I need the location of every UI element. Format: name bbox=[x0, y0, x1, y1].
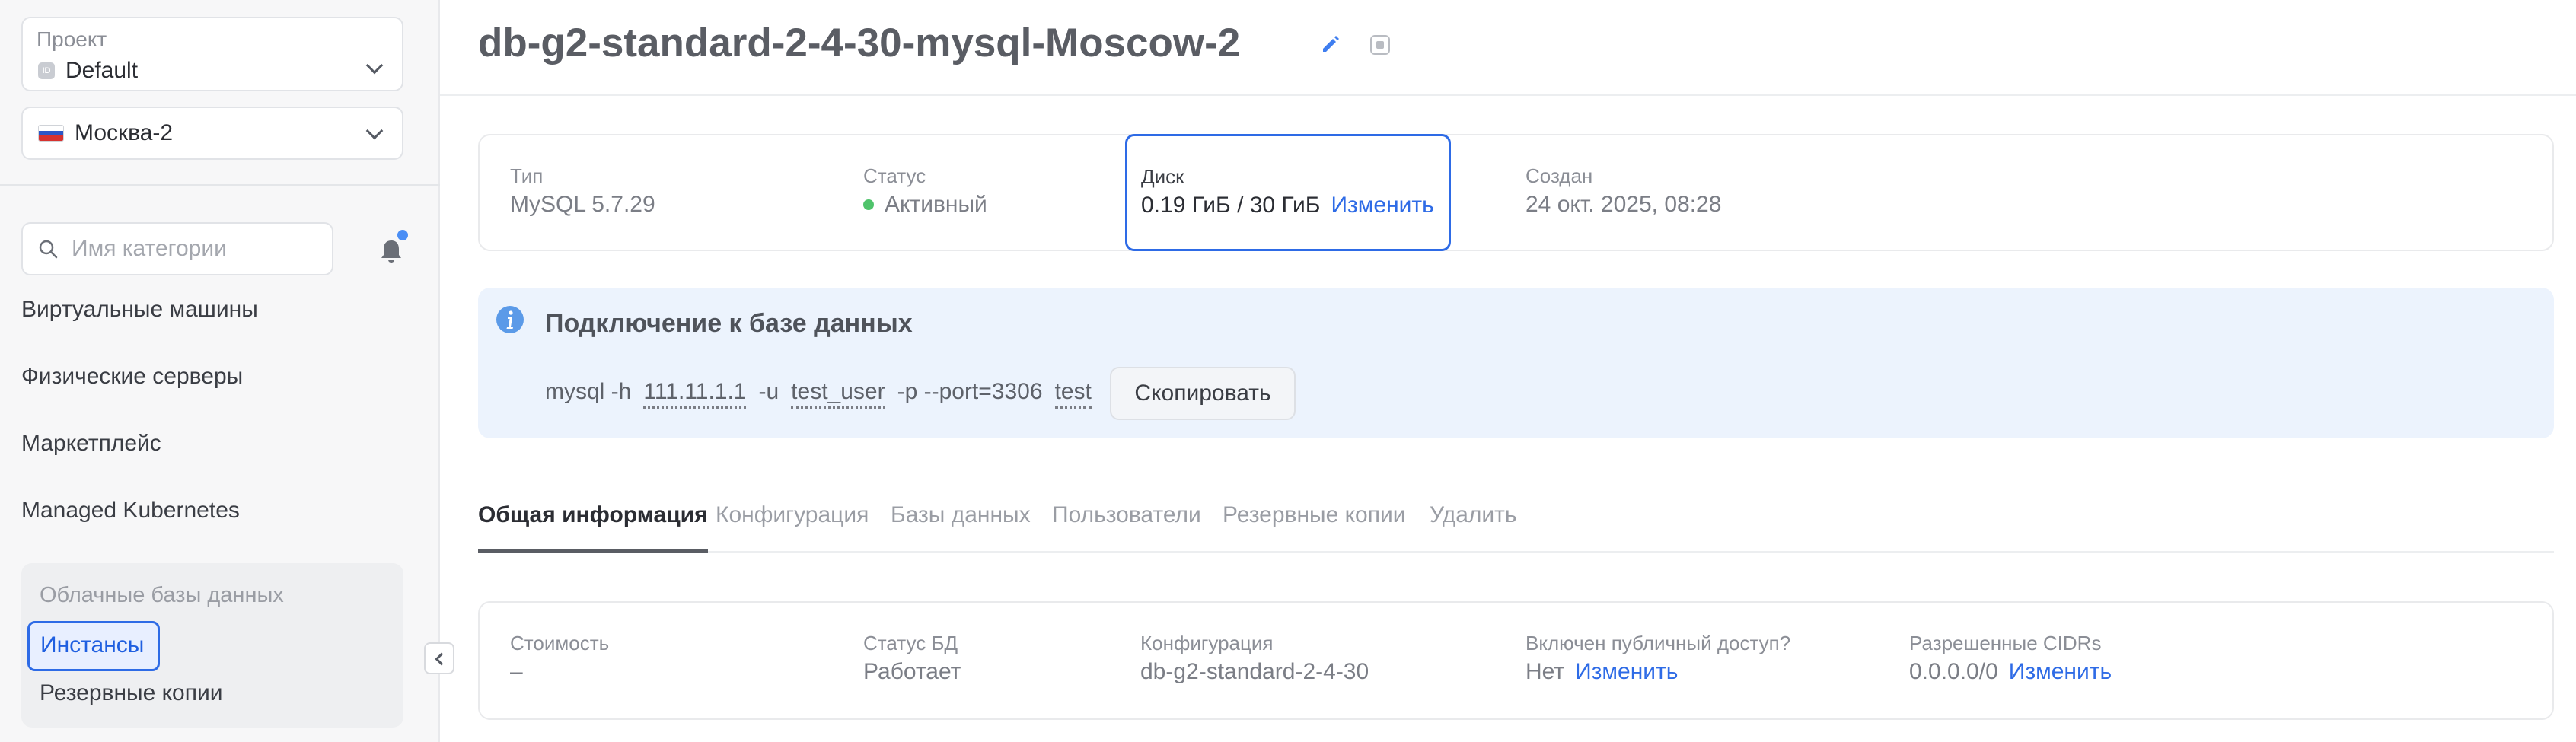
chevron-down-icon bbox=[365, 122, 384, 140]
cidr-list: 0.0.0.0/0 bbox=[1909, 659, 1998, 684]
sidebar-item-backups[interactable]: Резервные копии bbox=[40, 680, 223, 706]
tab-delete[interactable]: Удалить bbox=[1430, 502, 1517, 553]
cmd-port: -p --port=3306 bbox=[897, 379, 1043, 404]
cost-value: – bbox=[510, 659, 523, 684]
sidebar-collapse-button[interactable] bbox=[424, 642, 454, 674]
config-label: Конфигурация bbox=[1140, 632, 1274, 654]
id-icon[interactable] bbox=[1370, 35, 1390, 55]
edit-icon[interactable] bbox=[1320, 33, 1341, 55]
general-info-card: Стоимость – Статус БД Работает Конфигура… bbox=[478, 601, 2554, 720]
tab-general[interactable]: Общая информация bbox=[478, 502, 708, 553]
region-select-value: Москва-2 bbox=[38, 120, 173, 146]
copy-button[interactable]: Скопировать bbox=[1110, 367, 1296, 420]
disk-change-link[interactable]: Изменить bbox=[1331, 193, 1433, 218]
sidebar: Проект ID Default Москва-2 Виртуальные м… bbox=[0, 0, 440, 742]
cmd-host[interactable]: 111.11.1.1 bbox=[643, 379, 747, 409]
sidebar-section-title[interactable]: Облачные базы данных bbox=[40, 583, 284, 608]
search-icon bbox=[39, 240, 58, 259]
type-value: MySQL 5.7.29 bbox=[510, 192, 655, 217]
project-select-value: ID Default bbox=[38, 58, 138, 84]
connection-title: Подключение к базе данных bbox=[545, 309, 913, 338]
db-status-label: Статус БД bbox=[863, 632, 958, 654]
cmd-prefix: mysql -h bbox=[545, 379, 632, 404]
project-name: Default bbox=[65, 58, 139, 83]
cmd-user-flag: -u bbox=[758, 379, 779, 404]
region-select[interactable]: Москва-2 bbox=[21, 107, 403, 160]
disk-label: Диск bbox=[1141, 165, 1184, 188]
config-value: db-g2-standard-2-4-30 bbox=[1140, 659, 1369, 684]
project-select[interactable]: Проект ID Default bbox=[21, 17, 403, 91]
public-access-state: Нет bbox=[1526, 659, 1565, 684]
tab-databases[interactable]: Базы данных bbox=[891, 502, 1031, 553]
public-access-value: Нет Изменить bbox=[1526, 659, 1678, 685]
sidebar-section-databases: Облачные базы данных Инстансы Резервные … bbox=[21, 563, 403, 728]
category-search[interactable] bbox=[21, 222, 333, 275]
header-divider bbox=[440, 94, 2576, 96]
sidebar-item-instances[interactable]: Инстансы bbox=[27, 621, 160, 671]
page-title: db-g2-standard-2-4-30-mysql-Moscow-2 bbox=[478, 21, 1241, 65]
sidebar-divider bbox=[0, 184, 440, 186]
public-access-label: Включен публичный доступ? bbox=[1526, 632, 1791, 654]
region-name: Москва-2 bbox=[75, 120, 174, 145]
chevron-left-icon bbox=[435, 652, 448, 666]
tab-configuration[interactable]: Конфигурация bbox=[716, 502, 869, 553]
status-text: Активный bbox=[885, 192, 987, 217]
cidr-change-link[interactable]: Изменить bbox=[2009, 659, 2112, 685]
created-label: Создан bbox=[1526, 164, 1593, 187]
info-icon bbox=[496, 306, 524, 333]
search-input[interactable] bbox=[72, 233, 323, 265]
id-icon: ID bbox=[38, 62, 55, 79]
db-connection-panel: Подключение к базе данных mysql -h 111.1… bbox=[478, 288, 2554, 438]
connection-command: mysql -h 111.11.1.1 -u test_user -p --po… bbox=[545, 379, 1092, 409]
tab-users[interactable]: Пользователи bbox=[1052, 502, 1201, 553]
flag-ru-icon bbox=[38, 125, 64, 142]
disk-usage: 0.19 ГиБ / 30 ГиБ bbox=[1141, 193, 1321, 218]
db-status-value: Работает bbox=[863, 659, 961, 684]
status-label: Статус bbox=[863, 164, 926, 187]
sidebar-item-marketplace[interactable]: Маркетплейс bbox=[21, 431, 161, 457]
bell-icon[interactable] bbox=[378, 237, 405, 265]
cmd-database[interactable]: test bbox=[1054, 379, 1092, 409]
sidebar-item-kubernetes[interactable]: Managed Kubernetes bbox=[21, 498, 240, 524]
public-access-change-link[interactable]: Изменить bbox=[1575, 659, 1678, 685]
type-label: Тип bbox=[510, 164, 544, 187]
sidebar-item-physical-servers[interactable]: Физические серверы bbox=[21, 364, 243, 390]
notification-dot bbox=[397, 230, 408, 240]
created-value: 24 окт. 2025, 08:28 bbox=[1526, 192, 1722, 217]
disk-value: 0.19 ГиБ / 30 ГиБ Изменить bbox=[1141, 193, 1434, 218]
status-value: Активный bbox=[863, 192, 987, 218]
cidr-value: 0.0.0.0/0 Изменить bbox=[1909, 659, 2112, 685]
tab-backups[interactable]: Резервные копии bbox=[1223, 502, 1406, 553]
cost-label: Стоимость bbox=[510, 632, 610, 654]
sidebar-item-vms[interactable]: Виртуальные машины bbox=[21, 297, 258, 323]
instance-summary-card: Тип MySQL 5.7.29 Статус Активный Создан … bbox=[478, 134, 2554, 251]
cidr-label: Разрешенные CIDRs bbox=[1909, 632, 2102, 654]
status-active-dot bbox=[863, 199, 874, 210]
disk-field: Диск 0.19 ГиБ / 30 ГиБ Изменить bbox=[1125, 134, 1451, 251]
instance-tabs: Общая информация Конфигурация Базы данны… bbox=[478, 502, 2554, 553]
project-select-label: Проект bbox=[37, 27, 107, 51]
cmd-user[interactable]: test_user bbox=[791, 379, 885, 409]
chevron-down-icon bbox=[365, 56, 384, 75]
